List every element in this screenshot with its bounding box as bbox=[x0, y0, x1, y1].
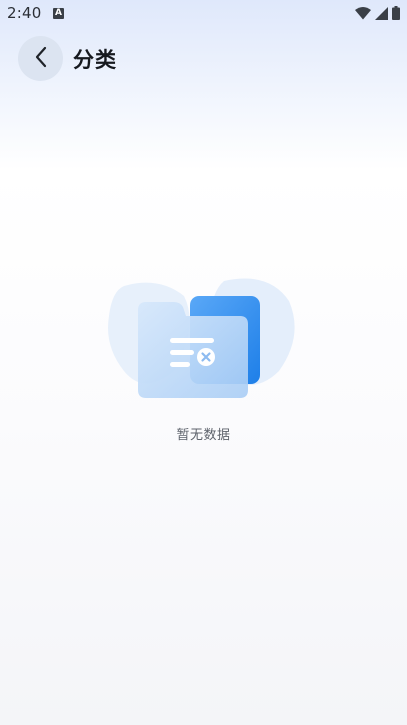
status-bar: 2:40 A bbox=[0, 0, 407, 28]
empty-message: 暂无数据 bbox=[176, 428, 231, 443]
wifi-icon bbox=[355, 6, 371, 20]
chevron-left-icon bbox=[34, 46, 48, 72]
status-icons bbox=[355, 6, 400, 20]
signal-icon bbox=[375, 6, 388, 20]
status-time: 2:40 bbox=[7, 4, 42, 22]
notification-a-icon: A bbox=[53, 8, 64, 19]
header: 分类 bbox=[18, 36, 117, 81]
battery-icon bbox=[392, 6, 400, 20]
back-button[interactable] bbox=[18, 36, 63, 81]
empty-folder-icon bbox=[104, 276, 304, 406]
page-title: 分类 bbox=[73, 47, 117, 72]
empty-state: 暂无数据 bbox=[0, 276, 407, 443]
